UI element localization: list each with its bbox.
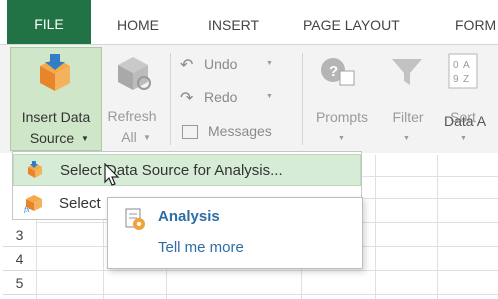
filter-label: Filter — [392, 109, 424, 125]
ribbon-separator — [302, 53, 303, 145]
svg-text:?: ? — [329, 63, 338, 80]
undo-button[interactable]: ↶ Undo ▼ — [180, 55, 280, 77]
tab-home[interactable]: HOME — [117, 0, 159, 44]
tab-file[interactable]: FILE — [7, 0, 91, 44]
ribbon-tab-bar: FILE HOME INSERT PAGE LAYOUT FORM — [0, 0, 498, 44]
formula-cube-icon: fx — [24, 195, 42, 213]
insert-data-source-button[interactable]: Insert Data Source ▼ — [10, 47, 102, 151]
tab-insert[interactable]: INSERT — [208, 0, 259, 44]
messages-icon — [182, 125, 198, 139]
svg-text:Z: Z — [463, 74, 469, 85]
sort-az-icon: 0 A 9 Z — [448, 53, 478, 89]
tooltip-title: Analysis — [158, 208, 220, 225]
analysis-tooltip: Analysis Tell me more — [107, 197, 363, 269]
tab-page-layout[interactable]: PAGE LAYOUT — [303, 0, 400, 44]
mouse-cursor-icon — [104, 163, 120, 186]
messages-button[interactable]: Messages — [180, 122, 290, 144]
redo-button[interactable]: ↷ Redo ▼ — [180, 88, 280, 110]
redo-label: Redo — [204, 89, 238, 105]
ribbon: Insert Data Source ▼ Refresh All ▼ ↶ Und… — [0, 44, 498, 154]
redo-icon: ↷ — [180, 90, 194, 107]
refresh-cube-icon — [118, 57, 151, 90]
chevron-down-icon: ▼ — [143, 133, 151, 142]
insert-data-source-label1: Insert Data — [21, 109, 91, 125]
chevron-down-icon: ▼ — [460, 135, 467, 142]
ribbon-group-label-data-analysis: Data A — [444, 113, 487, 129]
row-header[interactable]: 3 — [3, 223, 36, 247]
chevron-down-icon: ▼ — [338, 135, 345, 142]
undo-label: Undo — [204, 56, 238, 72]
chevron-down-icon: ▼ — [81, 134, 89, 143]
prompts-button[interactable]: ? Prompts ▼ — [306, 47, 378, 151]
svg-text:fx: fx — [24, 205, 30, 213]
svg-text:9: 9 — [453, 74, 459, 85]
prompts-label: Prompts — [315, 109, 369, 125]
messages-label: Messages — [208, 123, 272, 139]
refresh-all-button[interactable]: Refresh All ▼ — [103, 47, 163, 151]
cube-data-icon — [28, 161, 42, 178]
ribbon-separator — [170, 53, 171, 145]
menu-item-label: Select — [59, 195, 101, 212]
chevron-down-icon: ▼ — [403, 135, 410, 142]
tab-formulas[interactable]: FORM — [455, 0, 496, 44]
grid-line — [36, 270, 498, 271]
grid-line — [437, 155, 438, 299]
undo-icon: ↶ — [180, 57, 194, 74]
refresh-label1: Refresh — [107, 108, 157, 124]
row-header[interactable]: 4 — [3, 247, 36, 271]
chevron-down-icon: ▼ — [266, 93, 273, 100]
grid-line — [36, 294, 498, 295]
grid-line — [375, 155, 376, 299]
prompts-icon: ? — [321, 58, 355, 86]
menu-item-label: Select Data Source for Analysis... — [60, 162, 283, 179]
svg-text:A: A — [463, 60, 470, 71]
filter-icon — [392, 59, 422, 85]
filter-button[interactable]: Filter ▼ — [382, 47, 432, 151]
analysis-doc-icon — [125, 208, 145, 230]
chevron-down-icon: ▼ — [266, 60, 273, 67]
sort-button[interactable]: 0 A 9 Z Sort ▼ — [440, 47, 490, 151]
tell-me-more-link[interactable]: Tell me more — [158, 239, 244, 256]
svg-text:0: 0 — [453, 60, 459, 71]
cube-data-icon — [40, 54, 70, 91]
row-header[interactable]: 5 — [3, 271, 36, 295]
menu-item-select-data-source-for-analysis[interactable]: Select Data Source for Analysis... — [13, 154, 361, 186]
